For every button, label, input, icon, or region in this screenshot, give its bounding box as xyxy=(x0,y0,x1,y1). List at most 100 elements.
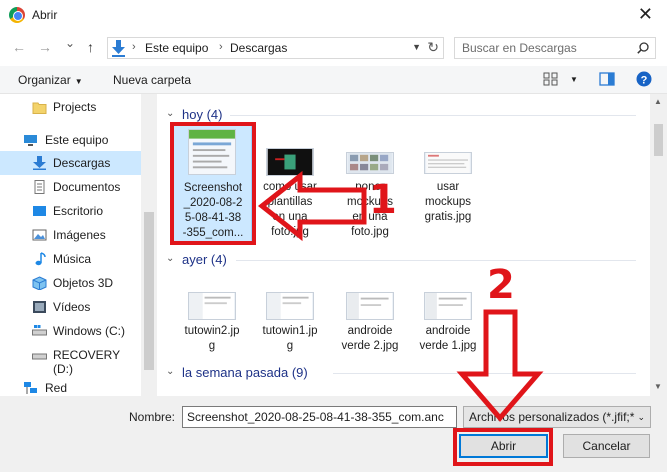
view-caret-icon[interactable]: ▼ xyxy=(570,75,578,84)
chevron-down-icon: ⌄ xyxy=(637,412,645,422)
sidebar-item-projects[interactable]: Projects xyxy=(0,95,141,119)
file-name-line: como usar xyxy=(263,181,317,193)
file-name-line: tutowin2.jp xyxy=(184,325,240,337)
file-tile-tutowin1[interactable]: tutowin1.jp g xyxy=(250,286,330,362)
breadcrumb-separator-icon: › xyxy=(132,41,136,53)
recent-locations-icon[interactable]: ⌄ xyxy=(65,36,75,50)
group-divider xyxy=(230,115,636,116)
sidebar-item-label: Descargas xyxy=(53,156,111,170)
file-tile-usar-mockups-gratis[interactable]: usar mockups gratis.jpg xyxy=(408,124,488,228)
highlight-box-open-button xyxy=(453,428,553,466)
drive-icon xyxy=(32,325,47,336)
file-name-line: verde 1.jpg xyxy=(419,340,477,352)
computer-icon xyxy=(24,135,37,146)
address-bar[interactable]: › Este equipo › Descargas ▼ ↻ xyxy=(107,37,444,59)
breadcrumb-item-este-equipo[interactable]: Este equipo xyxy=(145,41,208,55)
forward-icon[interactable]: → xyxy=(38,39,52,55)
sidebar-item-este-equipo[interactable]: Este equipo xyxy=(0,128,141,152)
file-name-line: androide xyxy=(347,325,393,337)
sidebar-item-documentos[interactable]: Documentos xyxy=(0,175,141,199)
image-thumbnail xyxy=(188,292,236,320)
objects3d-icon xyxy=(32,276,47,290)
file-name-line: foto.jpg xyxy=(351,226,389,238)
file-type-select[interactable]: Archivos personalizados (*.jfif;* ⌄ xyxy=(463,406,651,428)
organize-label: Organizar xyxy=(18,73,71,87)
group-header-ayer[interactable]: ayer (4) xyxy=(182,252,227,267)
close-icon[interactable]: ✕ xyxy=(638,4,653,25)
sidebar-item-label: Projects xyxy=(53,100,97,114)
sidebar-scrollbar[interactable] xyxy=(141,94,157,396)
image-thumbnail xyxy=(424,152,472,174)
file-list-scroll-thumb[interactable] xyxy=(654,124,663,156)
image-thumbnail xyxy=(346,292,394,320)
sidebar-item-label: Imágenes xyxy=(53,228,106,242)
file-name-line: en una xyxy=(272,211,308,223)
scroll-up-icon[interactable]: ▲ xyxy=(654,97,662,106)
preview-pane-icon[interactable] xyxy=(599,71,615,87)
help-icon[interactable]: ? xyxy=(636,71,652,87)
chevron-down-icon[interactable]: ▼ xyxy=(412,42,421,52)
sidebar-item-windows-c[interactable]: Windows (C:) xyxy=(0,319,141,343)
sidebar-scroll-thumb[interactable] xyxy=(144,212,154,370)
collapse-chevron-icon[interactable]: ⌄ xyxy=(166,253,174,264)
file-tile-tutowin2[interactable]: tutowin2.jp g xyxy=(172,286,252,362)
file-tile-como-usar-plantillas[interactable]: como usar plantillas en una foto.jpg xyxy=(250,124,330,243)
search-box[interactable]: Buscar en Descargas xyxy=(454,37,656,59)
search-icon[interactable] xyxy=(637,42,649,54)
sidebar-item-label: Objetos 3D xyxy=(53,276,114,290)
sidebar-item-descargas[interactable]: Descargas xyxy=(0,151,141,175)
collapse-chevron-icon[interactable]: ⌄ xyxy=(166,366,174,377)
file-name-line: g xyxy=(286,340,294,352)
drive-icon xyxy=(32,353,47,360)
cancel-button[interactable]: Cancelar xyxy=(563,434,650,458)
desktop-icon xyxy=(33,206,46,216)
file-list-scrollbar[interactable]: ▲ ▼ xyxy=(650,94,667,396)
sidebar-item-label: Escritorio xyxy=(53,204,104,218)
step-number-1: 1 xyxy=(369,177,397,223)
group-header-hoy[interactable]: hoy (4) xyxy=(182,107,222,122)
sidebar-item-label: Música xyxy=(53,252,92,266)
download-icon xyxy=(33,156,46,170)
file-name-line: tutowin1.jp xyxy=(262,325,318,337)
sidebar-item-objetos-3d[interactable]: Objetos 3D xyxy=(0,271,141,295)
sidebar-item-recovery-d[interactable]: RECOVERY (D:) xyxy=(0,343,141,376)
sidebar-item-imagenes[interactable]: Imágenes xyxy=(0,223,141,247)
navigation-pane: Projects Este equipo Descargas Documento… xyxy=(0,94,157,396)
caret-down-icon: ▼ xyxy=(74,77,83,86)
svg-text:?: ? xyxy=(641,75,648,87)
collapse-chevron-icon[interactable]: ⌄ xyxy=(166,108,174,119)
sidebar-item-escritorio[interactable]: Escritorio xyxy=(0,199,141,223)
file-name-line: foto.jpg xyxy=(271,226,309,238)
search-input[interactable]: Buscar en Descargas xyxy=(462,41,577,55)
file-name-line: plantillas xyxy=(267,196,313,208)
breadcrumb-item-descargas[interactable]: Descargas xyxy=(230,41,287,55)
file-name-line: gratis.jpg xyxy=(424,211,472,223)
command-bar: Organizar ▼ Nueva carpeta ▼ ? xyxy=(0,66,667,94)
scroll-down-icon[interactable]: ▼ xyxy=(654,382,662,391)
file-name-line: verde 2.jpg xyxy=(341,340,399,352)
file-name-input[interactable]: Screenshot_2020-08-25-08-41-38-355_com.a… xyxy=(182,406,457,428)
chrome-icon xyxy=(9,7,25,23)
image-thumbnail xyxy=(346,152,394,174)
breadcrumb-separator-icon: › xyxy=(219,41,223,53)
window-title: Abrir xyxy=(32,8,58,22)
file-tile-androide-verde-1[interactable]: androide verde 1.jpg xyxy=(408,286,488,362)
sidebar-item-label: Windows (C:) xyxy=(53,324,126,338)
back-icon[interactable]: ← xyxy=(12,39,26,55)
file-name-line: androide xyxy=(425,325,471,337)
group-header-semana-pasada[interactable]: la semana pasada (9) xyxy=(182,365,308,380)
refresh-icon[interactable]: ↻ xyxy=(427,39,439,56)
file-tile-androide-verde-2[interactable]: androide verde 2.jpg xyxy=(330,286,410,362)
sidebar-item-videos[interactable]: Vídeos xyxy=(0,295,141,319)
view-options-icon[interactable] xyxy=(543,71,559,87)
sidebar-item-label: Este equipo xyxy=(45,133,109,147)
videos-icon xyxy=(33,301,46,313)
sidebar-item-label: Documentos xyxy=(53,180,121,194)
title-bar: Abrir ✕ xyxy=(0,0,667,31)
organize-button[interactable]: Organizar ▼ xyxy=(18,73,83,87)
up-icon[interactable]: ↑ xyxy=(87,39,94,55)
new-folder-button[interactable]: Nueva carpeta xyxy=(113,73,191,87)
network-icon xyxy=(24,382,37,394)
image-thumbnail xyxy=(266,292,314,320)
sidebar-item-musica[interactable]: Música xyxy=(0,247,141,271)
